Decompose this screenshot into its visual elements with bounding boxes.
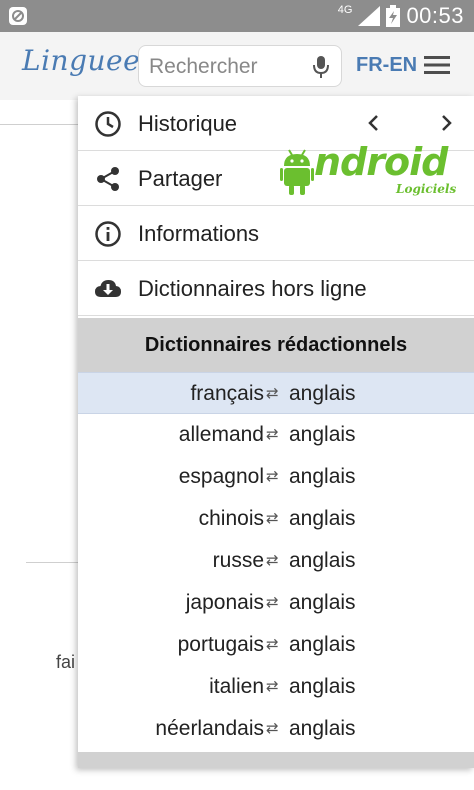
battery-icon	[386, 5, 401, 27]
target-language: anglais	[289, 507, 356, 530]
app-notification-icon	[9, 7, 27, 25]
microphone-icon[interactable]	[311, 55, 331, 79]
menu-item-informations[interactable]: Informations	[78, 206, 474, 261]
search-input[interactable]	[147, 52, 311, 82]
menu-item-label: Dictionnaires hors ligne	[138, 276, 367, 301]
dictionary-item-japonais[interactable]: japonais ⇄ anglais	[78, 582, 474, 624]
dictionary-item-italien[interactable]: italien ⇄ anglais	[78, 666, 474, 708]
signal-icon	[358, 6, 381, 26]
source-language: portugais	[177, 633, 264, 656]
status-bar: 4G 00:53	[0, 0, 474, 32]
watermark-subtitle: Logiciels	[396, 182, 457, 196]
section-header: Dictionnaires rédactionnels	[78, 318, 474, 372]
share-icon	[97, 167, 119, 191]
chevron-left-icon[interactable]	[364, 111, 384, 135]
target-language: anglais	[289, 717, 356, 740]
watermark-title: ndroid	[314, 140, 448, 184]
source-language: russe	[212, 549, 264, 572]
source-language: néerlandais	[155, 717, 264, 740]
swap-arrows-icon: ⇄	[266, 385, 279, 402]
clock-icon	[95, 111, 121, 137]
background-text: fai	[56, 652, 76, 672]
swap-arrows-icon: ⇄	[266, 510, 279, 527]
dictionary-item-neerlandais[interactable]: néerlandais ⇄ anglais	[78, 708, 474, 750]
target-language: anglais	[289, 465, 356, 488]
target-language: anglais	[289, 591, 356, 614]
cloud-download-icon	[95, 280, 121, 297]
clock-time: 00:53	[406, 3, 464, 28]
swap-arrows-icon: ⇄	[266, 678, 279, 695]
info-icon	[95, 221, 121, 247]
dictionary-item-espagnol[interactable]: espagnol ⇄ anglais	[78, 456, 474, 498]
target-language: anglais	[289, 549, 356, 572]
hamburger-menu-icon[interactable]	[424, 55, 450, 75]
source-language: chinois	[198, 507, 264, 530]
source-language: espagnol	[178, 465, 264, 488]
swap-arrows-icon: ⇄	[266, 426, 279, 443]
swap-arrows-icon: ⇄	[266, 552, 279, 569]
swap-arrows-icon: ⇄	[266, 720, 279, 737]
dictionary-item-chinois[interactable]: chinois ⇄ anglais	[78, 498, 474, 540]
swap-arrows-icon: ⇄	[266, 468, 279, 485]
android-robot-icon	[280, 149, 314, 195]
dictionary-item-russe[interactable]: russe ⇄ anglais	[78, 540, 474, 582]
dictionary-item-francais[interactable]: français ⇄ anglais	[78, 372, 474, 414]
menu-item-dictionnaires-hors-ligne[interactable]: Dictionnaires hors ligne	[78, 261, 474, 316]
search-box[interactable]	[138, 45, 342, 87]
divider	[26, 562, 78, 563]
source-language: allemand	[178, 423, 264, 446]
target-language: anglais	[289, 633, 356, 656]
source-language: italien	[209, 675, 264, 698]
language-pair-selector[interactable]: FR-EN	[356, 54, 417, 77]
menu-item-label: Partager	[138, 166, 223, 191]
watermark: ndroid Logiciels	[278, 140, 464, 202]
menu-footer-bar	[78, 752, 474, 768]
linguee-logo[interactable]: Linguee	[22, 44, 140, 77]
target-language: anglais	[289, 382, 356, 405]
divider	[0, 124, 78, 125]
dictionary-item-allemand[interactable]: allemand ⇄ anglais	[78, 414, 474, 456]
network-type-label: 4G	[337, 3, 353, 16]
menu-item-label: Historique	[138, 111, 238, 136]
source-language: français	[190, 382, 264, 405]
dictionary-item-portugais[interactable]: portugais ⇄ anglais	[78, 624, 474, 666]
source-language: japonais	[185, 591, 264, 614]
chevron-right-icon[interactable]	[436, 111, 456, 135]
menu-item-label: Informations	[138, 221, 260, 246]
target-language: anglais	[289, 675, 356, 698]
swap-arrows-icon: ⇄	[266, 636, 279, 653]
swap-arrows-icon: ⇄	[266, 594, 279, 611]
target-language: anglais	[289, 423, 356, 446]
